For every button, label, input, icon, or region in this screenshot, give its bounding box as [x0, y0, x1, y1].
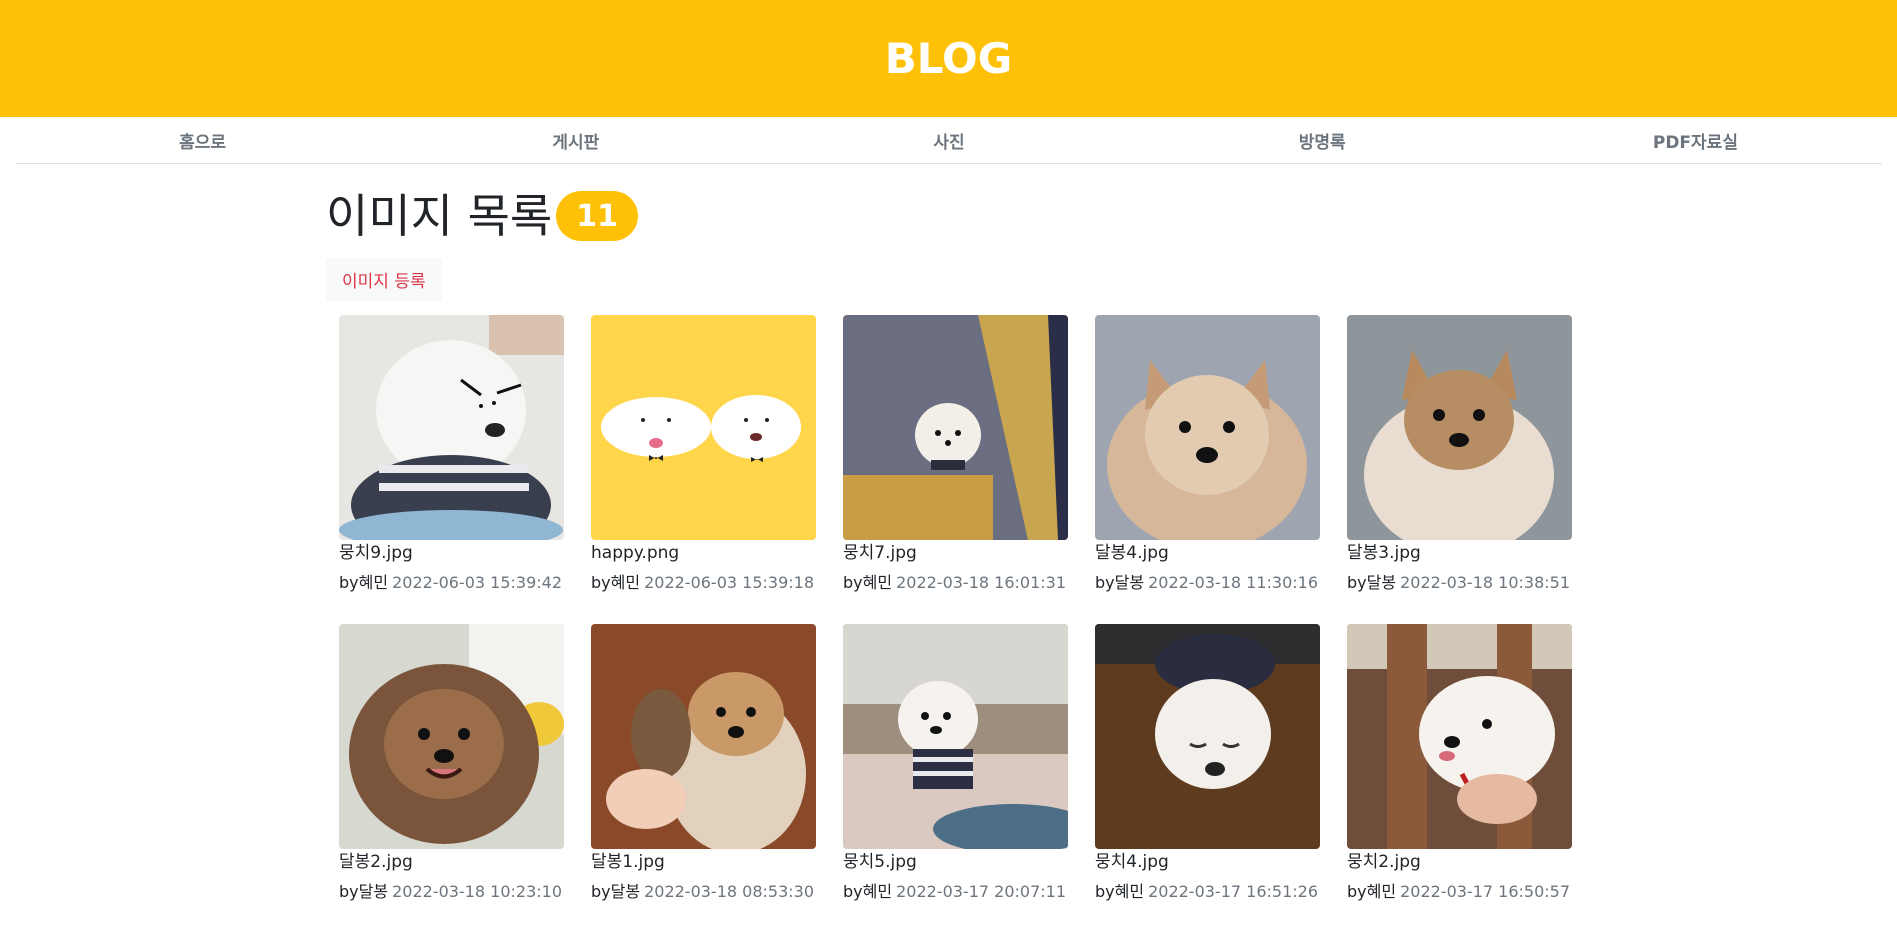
image-meta: by혜민 2022-06-03 15:39:18 [591, 572, 816, 594]
image-thumbnail[interactable] [843, 315, 1068, 540]
image-author: by혜민 [591, 573, 641, 592]
image-card: 뭉치2.jpg by혜민 2022-03-17 16:50:57 [1347, 624, 1572, 917]
image-thumbnail[interactable] [1095, 315, 1320, 540]
image-filename[interactable]: happy.png [591, 541, 816, 565]
image-thumbnail[interactable] [591, 315, 816, 540]
image-filename[interactable]: 뭉치5.jpg [843, 850, 1068, 874]
image-author: by달봉 [1095, 573, 1145, 592]
image-filename[interactable]: 달봉2.jpg [339, 850, 564, 874]
site-header: BLOG [0, 0, 1897, 117]
title-row: 이미지 목록 11 [326, 191, 638, 241]
image-date: 2022-03-17 20:07:11 [896, 882, 1067, 901]
image-thumbnail[interactable] [339, 624, 564, 849]
image-author: by달봉 [591, 882, 641, 901]
image-date: 2022-03-18 11:30:16 [1148, 573, 1319, 592]
image-filename[interactable]: 뭉치9.jpg [339, 541, 564, 565]
image-date: 2022-06-03 15:39:18 [644, 573, 815, 592]
image-thumbnail[interactable] [843, 624, 1068, 849]
image-author: by혜민 [843, 573, 893, 592]
image-meta: by달봉 2022-03-18 08:53:30 [591, 881, 816, 903]
image-meta: by혜민 2022-03-17 16:50:57 [1347, 881, 1572, 903]
image-filename[interactable]: 뭉치7.jpg [843, 541, 1068, 565]
page-title: 이미지 목록 [326, 189, 553, 243]
image-filename[interactable]: 달봉1.jpg [591, 850, 816, 874]
image-card: 달봉2.jpg by달봉 2022-03-18 10:23:10 [339, 624, 564, 917]
image-thumbnail[interactable] [1095, 624, 1320, 849]
site-title[interactable]: BLOG [885, 34, 1012, 83]
image-card: 달봉1.jpg by달봉 2022-03-18 08:53:30 [591, 624, 816, 917]
image-date: 2022-03-18 10:23:10 [392, 882, 563, 901]
nav-photo[interactable]: 사진 [762, 117, 1135, 163]
image-filename[interactable]: 달봉3.jpg [1347, 541, 1572, 565]
image-meta: by달봉 2022-03-18 10:23:10 [339, 881, 564, 903]
image-grid: 뭉치9.jpg by혜민 2022-06-03 15:39:42 happy.p… [339, 315, 1572, 917]
nav-pdf-library[interactable]: PDF자료실 [1509, 117, 1882, 163]
image-card: 달봉4.jpg by달봉 2022-03-18 11:30:16 [1095, 315, 1320, 608]
nav-board[interactable]: 게시판 [389, 117, 762, 163]
image-card: 달봉3.jpg by달봉 2022-03-18 10:38:51 [1347, 315, 1572, 608]
image-date: 2022-03-17 16:50:57 [1400, 882, 1571, 901]
image-date: 2022-03-18 10:38:51 [1400, 573, 1571, 592]
image-date: 2022-03-18 08:53:30 [644, 882, 815, 901]
nav-guestbook[interactable]: 방명록 [1136, 117, 1509, 163]
image-count-badge: 11 [556, 191, 638, 241]
image-card: 뭉치4.jpg by혜민 2022-03-17 16:51:26 [1095, 624, 1320, 917]
image-meta: by혜민 2022-03-17 20:07:11 [843, 881, 1068, 903]
image-date: 2022-06-03 15:39:42 [392, 573, 563, 592]
image-card: happy.png by혜민 2022-06-03 15:39:18 [591, 315, 816, 608]
image-filename[interactable]: 달봉4.jpg [1095, 541, 1320, 565]
image-filename[interactable]: 뭉치4.jpg [1095, 850, 1320, 874]
image-meta: by혜민 2022-06-03 15:39:42 [339, 572, 564, 594]
image-meta: by달봉 2022-03-18 10:38:51 [1347, 572, 1572, 594]
image-author: by혜민 [339, 573, 389, 592]
image-thumbnail[interactable] [339, 315, 564, 540]
image-date: 2022-03-17 16:51:26 [1148, 882, 1319, 901]
image-card: 뭉치7.jpg by혜민 2022-03-18 16:01:31 [843, 315, 1068, 608]
image-author: by혜민 [1095, 882, 1145, 901]
image-thumbnail[interactable] [1347, 624, 1572, 849]
image-thumbnail[interactable] [591, 624, 816, 849]
image-author: by달봉 [1347, 573, 1397, 592]
image-date: 2022-03-18 16:01:31 [896, 573, 1067, 592]
image-card: 뭉치9.jpg by혜민 2022-06-03 15:39:42 [339, 315, 564, 608]
image-card: 뭉치5.jpg by혜민 2022-03-17 20:07:11 [843, 624, 1068, 917]
image-author: by혜민 [843, 882, 893, 901]
register-image-button[interactable]: 이미지 등록 [326, 258, 442, 301]
main-nav: 홈으로 게시판 사진 방명록 PDF자료실 [16, 117, 1882, 164]
image-meta: by혜민 2022-03-18 16:01:31 [843, 572, 1068, 594]
image-author: by혜민 [1347, 882, 1397, 901]
image-author: by달봉 [339, 882, 389, 901]
nav-home[interactable]: 홈으로 [16, 117, 389, 163]
image-filename[interactable]: 뭉치2.jpg [1347, 850, 1572, 874]
image-meta: by달봉 2022-03-18 11:30:16 [1095, 572, 1320, 594]
image-meta: by혜민 2022-03-17 16:51:26 [1095, 881, 1320, 903]
image-thumbnail[interactable] [1347, 315, 1572, 540]
